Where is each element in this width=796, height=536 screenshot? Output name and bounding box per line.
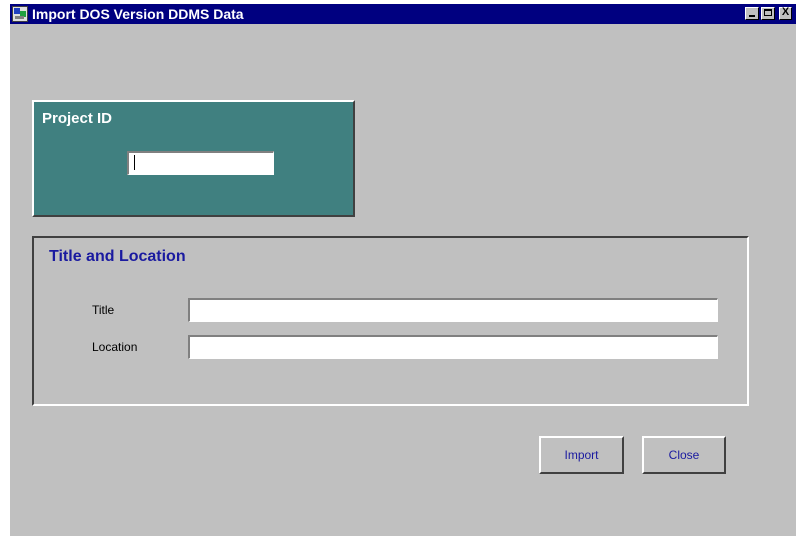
location-label: Location	[92, 340, 138, 354]
title-label: Title	[92, 303, 115, 317]
window-title: Import DOS Version DDMS Data	[32, 6, 244, 22]
project-id-input[interactable]	[127, 151, 274, 175]
app-icon[interactable]	[12, 6, 28, 22]
minimize-icon	[749, 15, 755, 17]
close-window-button[interactable]: X	[779, 6, 792, 20]
title-bar[interactable]: Import DOS Version DDMS Data X	[10, 4, 796, 24]
text-caret	[134, 155, 135, 170]
title-location-group: Title and Location Title Location	[32, 236, 749, 406]
title-input[interactable]	[188, 298, 718, 322]
close-button[interactable]: Close	[642, 436, 726, 474]
minimize-button[interactable]	[745, 7, 759, 20]
maximize-icon	[764, 9, 772, 16]
group-heading: Title and Location	[49, 248, 186, 265]
project-id-panel: Project ID	[32, 100, 355, 217]
project-id-label: Project ID	[42, 110, 113, 127]
close-icon: X	[781, 6, 790, 18]
maximize-button[interactable]	[761, 7, 775, 20]
location-input[interactable]	[188, 335, 718, 359]
import-dialog-window: Import DOS Version DDMS Data X Project I…	[10, 4, 796, 536]
import-button[interactable]: Import	[539, 436, 624, 474]
